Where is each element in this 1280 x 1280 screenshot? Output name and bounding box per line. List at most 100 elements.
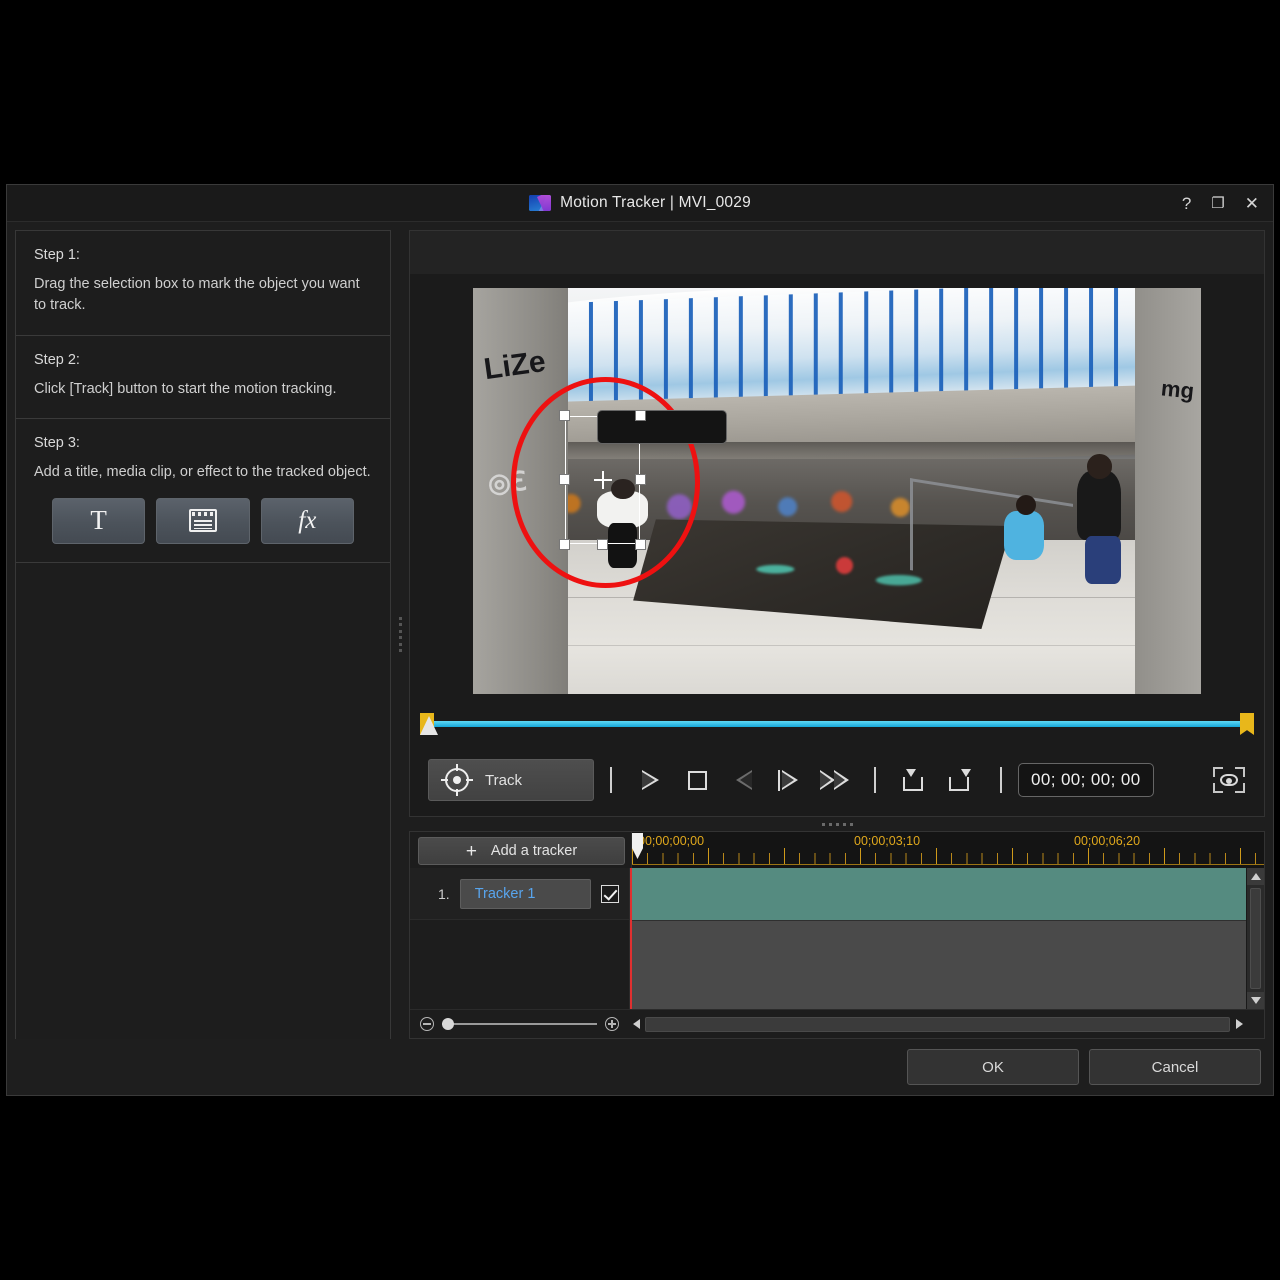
- mark-out-button[interactable]: [938, 761, 984, 799]
- step-2-title: Step 2:: [34, 351, 80, 368]
- handle-middle-left[interactable]: [558, 473, 570, 485]
- previous-frame-button[interactable]: [720, 761, 766, 799]
- tracker-enabled-checkbox[interactable]: [601, 884, 619, 903]
- timeline-playhead[interactable]: [630, 868, 632, 1009]
- media-clip-icon: [188, 509, 217, 533]
- step-3-title: Step 3:: [34, 435, 80, 452]
- person-man-head: [1087, 454, 1113, 479]
- tracker-name-input[interactable]: Tracker 1: [459, 878, 591, 909]
- handle-middle-right[interactable]: [635, 473, 647, 485]
- tracker-index: 1.: [438, 885, 450, 902]
- add-tracker-button[interactable]: + Add a tracker: [418, 837, 625, 865]
- step-1-title: Step 1:: [34, 247, 80, 263]
- timeline-body: 1. Tracker 1: [410, 868, 1264, 1009]
- zoom-in-icon[interactable]: [605, 1017, 619, 1031]
- step-3-body: Add a title, media clip, or effect to th…: [34, 464, 371, 481]
- scroll-up-button[interactable]: [1247, 868, 1264, 885]
- horizontal-scroll-thumb[interactable]: [645, 1016, 1230, 1032]
- track-button[interactable]: Track: [428, 759, 594, 801]
- timeline-header: + Add a tracker 00;00;00;00 00;00;03;10 …: [410, 832, 1264, 868]
- playhead-handle[interactable]: [420, 716, 438, 735]
- timeline-ruler[interactable]: 00;00;00;00 00;00;03;10 00;00;06;20: [631, 832, 1264, 868]
- tracker-selection-box[interactable]: [558, 409, 727, 550]
- add-title-button[interactable]: T: [52, 497, 146, 544]
- handle-bottom-center[interactable]: [596, 538, 608, 550]
- add-object-buttons: T fx: [34, 484, 372, 544]
- motion-tracker-dialog: Motion Tracker | MVI_0029 ? ❐ ✕ Step 1: …: [6, 184, 1274, 1096]
- steps-panel: Step 1: Drag the selection box to mark t…: [15, 230, 391, 1040]
- text-title-icon: T: [90, 505, 107, 536]
- target-crosshair-icon: [441, 764, 473, 796]
- next-frame-button[interactable]: [766, 761, 812, 799]
- pillar-right: [1135, 288, 1201, 694]
- step-1-body: Drag the selection box to mark the objec…: [34, 276, 360, 314]
- play-button[interactable]: [628, 761, 674, 799]
- mark-out-icon: [949, 769, 973, 791]
- scrub-bar[interactable]: [410, 704, 1264, 744]
- timeline-vertical-scrollbar[interactable]: [1246, 868, 1264, 1009]
- fast-forward-button[interactable]: [812, 761, 858, 799]
- ruler-label-0: 00;00;00;00: [638, 834, 705, 848]
- mark-in-button[interactable]: [892, 761, 938, 799]
- preview-area: LiZe mg ◎ℇ Track 00; 00; 00; 00: [409, 274, 1265, 817]
- zoom-slider[interactable]: [442, 1018, 597, 1030]
- ruler-label-1: 00;00;03;10: [854, 834, 921, 848]
- table-row[interactable]: 1. Tracker 1: [410, 868, 629, 920]
- timeline-splitter[interactable]: [409, 817, 1265, 831]
- cancel-button[interactable]: Cancel: [1089, 1049, 1261, 1085]
- panel-splitter[interactable]: [391, 230, 409, 1039]
- title-bar: Motion Tracker | MVI_0029 ? ❐ ✕: [7, 185, 1273, 222]
- step-3: Step 3: Add a title, media clip, or effe…: [16, 419, 390, 563]
- timeline-footer: [410, 1009, 1264, 1038]
- splitter-grip: [398, 616, 402, 653]
- mark-in-icon: [903, 769, 927, 791]
- zoom-slider-thumb[interactable]: [442, 1018, 454, 1030]
- stop-button[interactable]: [674, 761, 720, 799]
- step-2: Step 2: Click [Track] button to start th…: [16, 336, 390, 420]
- screen: Motion Tracker | MVI_0029 ? ❐ ✕ Step 1: …: [0, 0, 1280, 1280]
- show-tracker-button[interactable]: [1212, 765, 1246, 795]
- person-man: [1077, 470, 1121, 540]
- close-icon[interactable]: ✕: [1245, 195, 1259, 212]
- divider-1: [610, 767, 612, 793]
- mark-out-handle[interactable]: [1240, 713, 1254, 735]
- scroll-down-button[interactable]: [1247, 992, 1264, 1009]
- help-icon[interactable]: ?: [1182, 195, 1191, 212]
- maximize-icon[interactable]: ❐: [1211, 196, 1224, 211]
- add-tracker-label: Add a tracker: [490, 843, 578, 859]
- preview-panel: LiZe mg ◎ℇ Track 00; 00; 00; 00 + Add a …: [409, 230, 1265, 1039]
- handle-top-right[interactable]: [635, 409, 647, 421]
- preview-toolbar: [409, 230, 1265, 274]
- window-controls: ? ❐ ✕: [1182, 185, 1259, 221]
- vertical-scroll-thumb[interactable]: [1250, 888, 1261, 989]
- tracker-clip-bar[interactable]: [632, 868, 1264, 921]
- zoom-out-icon[interactable]: [420, 1017, 434, 1031]
- tracker-list: 1. Tracker 1: [410, 868, 630, 1009]
- add-effect-button[interactable]: fx: [260, 497, 354, 544]
- person-man-legs: [1084, 535, 1121, 585]
- scroll-right-button[interactable]: [1232, 1017, 1246, 1031]
- timeline-splitter-grip: [821, 822, 853, 826]
- crosshair-icon: [593, 470, 612, 489]
- ok-button[interactable]: OK: [907, 1049, 1079, 1085]
- ruler-ticks-major: [632, 848, 1264, 864]
- scroll-left-icon: [632, 1019, 640, 1029]
- divider-2: [874, 767, 876, 793]
- handle-bottom-left[interactable]: [558, 538, 570, 550]
- scroll-down-icon: [1250, 997, 1261, 1004]
- floor-line-2: [473, 645, 1201, 647]
- handle-bottom-right[interactable]: [635, 538, 647, 550]
- scrub-track[interactable]: [428, 721, 1246, 727]
- timeline-tracks[interactable]: [630, 868, 1264, 1009]
- timeline-zoom-control[interactable]: [410, 1017, 629, 1031]
- handle-top-center[interactable]: [596, 409, 727, 444]
- transport-controls: Track 00; 00; 00; 00: [410, 744, 1264, 816]
- video-preview[interactable]: LiZe mg ◎ℇ: [473, 288, 1201, 694]
- timecode-field[interactable]: 00; 00; 00; 00: [1018, 763, 1154, 797]
- timeline-horizontal-scrollbar[interactable]: [629, 1016, 1264, 1032]
- add-media-clip-button[interactable]: [156, 497, 250, 544]
- handle-top-left[interactable]: [558, 409, 570, 421]
- scroll-left-button[interactable]: [629, 1017, 643, 1031]
- stop-icon: [687, 770, 707, 790]
- dialog-body: Step 1: Drag the selection box to mark t…: [7, 222, 1273, 1040]
